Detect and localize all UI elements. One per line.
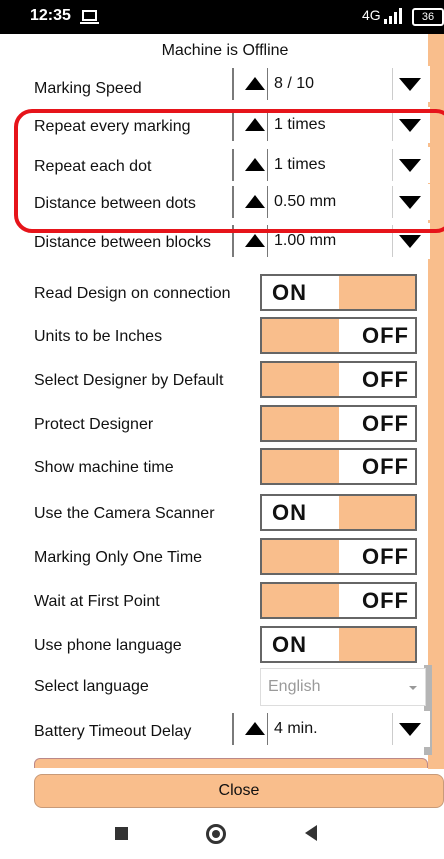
- decrease-arrow-icon[interactable]: [399, 235, 421, 248]
- machine-time-toggle[interactable]: OFF: [260, 448, 417, 485]
- select-designer-toggle[interactable]: OFF: [260, 361, 417, 398]
- marking-speed-spinner: 8 / 10: [232, 66, 430, 102]
- increase-arrow-icon[interactable]: [245, 77, 265, 90]
- units-inches-label: Units to be Inches: [34, 328, 163, 345]
- marking-speed-label: Marking Speed: [34, 80, 142, 97]
- increase-arrow-icon[interactable]: [245, 195, 265, 208]
- first-point-label: Wait at First Point: [34, 593, 160, 610]
- language-value: English: [268, 678, 321, 695]
- repeat-marking-spinner: 1 times: [232, 107, 430, 143]
- increase-arrow-icon[interactable]: [245, 118, 265, 131]
- repeat-dot-label: Repeat each dot: [34, 158, 152, 175]
- increase-arrow-icon[interactable]: [245, 158, 265, 171]
- dropdown-caret-icon: [409, 686, 417, 690]
- increase-arrow-icon[interactable]: [245, 234, 265, 247]
- battery-timeout-spinner: 4 min.: [232, 711, 430, 747]
- back-triangle-icon[interactable]: [305, 825, 317, 841]
- close-button[interactable]: Close: [34, 774, 444, 808]
- battery-timeout-value[interactable]: 4 min.: [274, 720, 318, 738]
- read-design-toggle[interactable]: ON: [260, 274, 417, 311]
- panel-edge: [428, 34, 444, 769]
- dot-distance-label: Distance between dots: [34, 195, 196, 212]
- decrease-arrow-icon[interactable]: [399, 196, 421, 209]
- home-circle-icon[interactable]: [206, 824, 226, 844]
- phone-language-label: Use phone language: [34, 637, 182, 654]
- recents-square-icon[interactable]: [115, 827, 128, 840]
- battery-timeout-label: Battery Timeout Delay: [34, 723, 192, 740]
- camera-scanner-label: Use the Camera Scanner: [34, 505, 215, 522]
- read-design-label: Read Design on connection: [34, 285, 231, 302]
- first-point-toggle[interactable]: OFF: [260, 582, 417, 619]
- repeat-dot-value[interactable]: 1 times: [274, 156, 326, 174]
- toggle-state: OFF: [362, 544, 409, 569]
- navigation-bar: [0, 809, 444, 859]
- decrease-arrow-icon[interactable]: [399, 119, 421, 132]
- toggle-state: OFF: [362, 323, 409, 348]
- toggle-state: OFF: [362, 588, 409, 613]
- increase-arrow-icon[interactable]: [245, 722, 265, 735]
- toggle-state: OFF: [362, 454, 409, 479]
- select-language-label: Select language: [34, 678, 149, 695]
- block-distance-spinner: 1.00 mm: [232, 223, 430, 259]
- machine-status: Machine is Offline: [161, 42, 289, 59]
- toggle-state: OFF: [362, 411, 409, 436]
- toggle-state: ON: [272, 632, 307, 657]
- dot-distance-value[interactable]: 0.50 mm: [274, 193, 336, 211]
- repeat-marking-label: Repeat every marking: [34, 118, 191, 135]
- decrease-arrow-icon[interactable]: [399, 78, 421, 91]
- battery-icon: 36: [412, 8, 444, 26]
- marking-once-toggle[interactable]: OFF: [260, 538, 417, 575]
- select-designer-label: Select Designer by Default: [34, 372, 224, 389]
- repeat-dot-spinner: 1 times: [232, 147, 430, 183]
- status-bar: 12:35 4G 36: [0, 0, 444, 34]
- partially-hidden-button[interactable]: [34, 758, 428, 768]
- block-distance-value[interactable]: 1.00 mm: [274, 232, 336, 250]
- signal-strength-icon: [384, 8, 406, 24]
- protect-designer-toggle[interactable]: OFF: [260, 405, 417, 442]
- dot-distance-spinner: 0.50 mm: [232, 184, 430, 220]
- screen-cast-icon: [80, 10, 99, 24]
- toggle-state: ON: [272, 500, 307, 525]
- protect-designer-label: Protect Designer: [34, 416, 154, 433]
- network-type: 4G: [362, 7, 381, 23]
- machine-time-label: Show machine time: [34, 459, 174, 476]
- language-select[interactable]: English: [260, 668, 426, 706]
- block-distance-label: Distance between blocks: [34, 234, 211, 251]
- camera-scanner-toggle[interactable]: ON: [260, 494, 417, 531]
- clock: 12:35: [30, 7, 71, 24]
- phone-language-toggle[interactable]: ON: [260, 626, 417, 663]
- decrease-arrow-icon[interactable]: [399, 159, 421, 172]
- decrease-arrow-icon[interactable]: [399, 723, 421, 736]
- marking-speed-value[interactable]: 8 / 10: [274, 75, 314, 93]
- marking-once-label: Marking Only One Time: [34, 549, 203, 566]
- repeat-marking-value[interactable]: 1 times: [274, 116, 326, 134]
- units-inches-toggle[interactable]: OFF: [260, 317, 417, 354]
- toggle-state: ON: [272, 280, 307, 305]
- toggle-state: OFF: [362, 367, 409, 392]
